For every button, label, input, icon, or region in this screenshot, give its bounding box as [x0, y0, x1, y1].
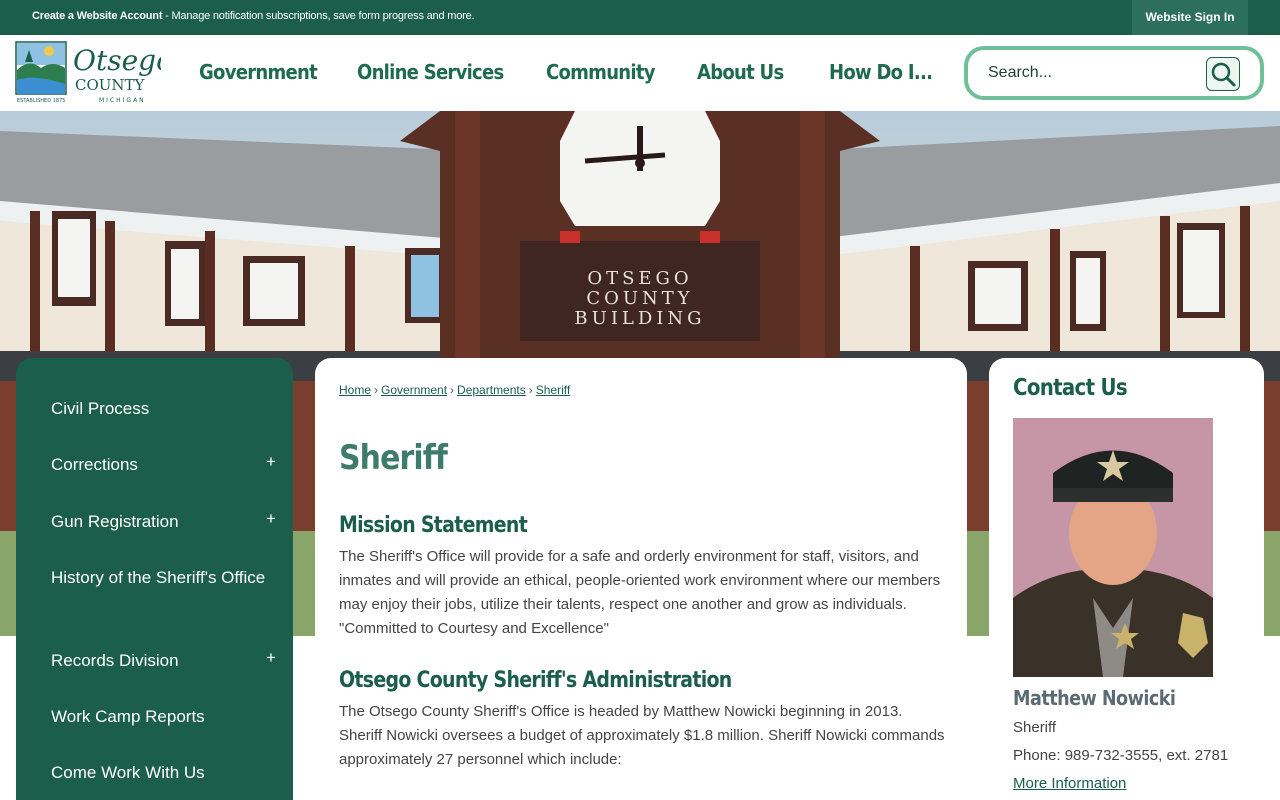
page-title: Sheriff: [339, 438, 448, 478]
contact-us-card: Contact Us Matthew Nowicki Sheriff Phone…: [989, 358, 1264, 800]
breadcrumb-government[interactable]: Government: [381, 383, 447, 397]
search-icon: [1211, 62, 1236, 87]
expand-records-division-icon[interactable]: +: [266, 648, 276, 668]
breadcrumb-home[interactable]: Home: [339, 383, 371, 397]
administration-heading: Otsego County Sheriff's Administration: [339, 668, 732, 693]
breadcrumb-sheriff[interactable]: Sheriff: [536, 383, 570, 397]
contact-us-heading: Contact Us: [1013, 375, 1128, 401]
nav-about-us[interactable]: About Us: [697, 60, 784, 84]
nav-online-services[interactable]: Online Services: [357, 60, 504, 84]
search-button[interactable]: [1206, 57, 1240, 91]
sign-line-county: COUNTY: [586, 288, 693, 309]
logo-state: MICHIGAN: [99, 97, 146, 104]
create-account-description: - Manage notification subscriptions, sav…: [162, 10, 475, 22]
department-sidebar: Civil Process Corrections + Gun Registra…: [16, 358, 293, 800]
expand-gun-registration-icon[interactable]: +: [266, 509, 276, 529]
main-content-card: Home › Government › Departments › Sheriff Sher…: [315, 358, 967, 800]
website-sign-in-button[interactable]: Website Sign In: [1132, 0, 1248, 35]
breadcrumb-departments[interactable]: Departments: [457, 383, 526, 397]
more-information-link[interactable]: More Information: [1013, 775, 1126, 792]
search-box: [964, 46, 1264, 100]
contact-phone: Phone: 989-732-3555, ext. 2781: [1013, 747, 1229, 764]
expand-corrections-icon[interactable]: +: [266, 452, 276, 472]
nav-government[interactable]: Government: [199, 60, 318, 84]
sidebar-item-records-division[interactable]: Records Division: [51, 648, 281, 674]
site-header: Otsego COUNTY MICHIGAN ESTABLISHED 1875 …: [0, 35, 1280, 111]
search-input[interactable]: [988, 62, 1208, 84]
administration-text: The Otsego County Sheriff's Office is he…: [339, 703, 945, 768]
otsego-county-logo[interactable]: Otsego COUNTY MICHIGAN ESTABLISHED 1875: [15, 40, 161, 104]
top-bar: Create a Website Account - Manage notifi…: [0, 0, 1280, 35]
breadcrumb-separator: ›: [450, 383, 455, 397]
contact-name: Matthew Nowicki: [1013, 686, 1176, 710]
sidebar-item-gun-registration[interactable]: Gun Registration: [51, 509, 281, 535]
sidebar-item-work-camp-reports[interactable]: Work Camp Reports: [51, 704, 281, 730]
logo-established: ESTABLISHED 1875: [17, 98, 65, 104]
nav-community[interactable]: Community: [546, 60, 655, 84]
sidebar-item-come-work-with-us[interactable]: Come Work With Us: [51, 760, 281, 786]
mission-statement-text: The Sheriff's Office will provide for a …: [339, 548, 941, 637]
logo-county: COUNTY: [75, 76, 146, 94]
create-account-link[interactable]: Create a Website Account - Manage notifi…: [32, 10, 475, 22]
contact-role: Sheriff: [1013, 719, 1057, 736]
sign-line-building: BUILDING: [574, 308, 705, 329]
sign-line-otsego: OTSEGO: [587, 268, 692, 289]
logo-wordmark: Otsego: [73, 44, 161, 77]
nav-how-do-i[interactable]: How Do I...: [829, 60, 933, 84]
breadcrumb-separator: ›: [374, 383, 379, 397]
sheriff-portrait-photo: [1013, 418, 1213, 677]
breadcrumb: Home › Government › Departments › Sheriff: [339, 383, 570, 397]
breadcrumb-separator: ›: [528, 383, 533, 397]
sidebar-item-corrections[interactable]: Corrections: [51, 452, 281, 478]
create-account-label[interactable]: Create a Website Account: [32, 10, 162, 22]
sidebar-item-history[interactable]: History of the Sheriff's Office: [51, 565, 281, 591]
sidebar-item-civil-process[interactable]: Civil Process: [51, 396, 281, 422]
mission-statement-heading: Mission Statement: [339, 513, 528, 538]
